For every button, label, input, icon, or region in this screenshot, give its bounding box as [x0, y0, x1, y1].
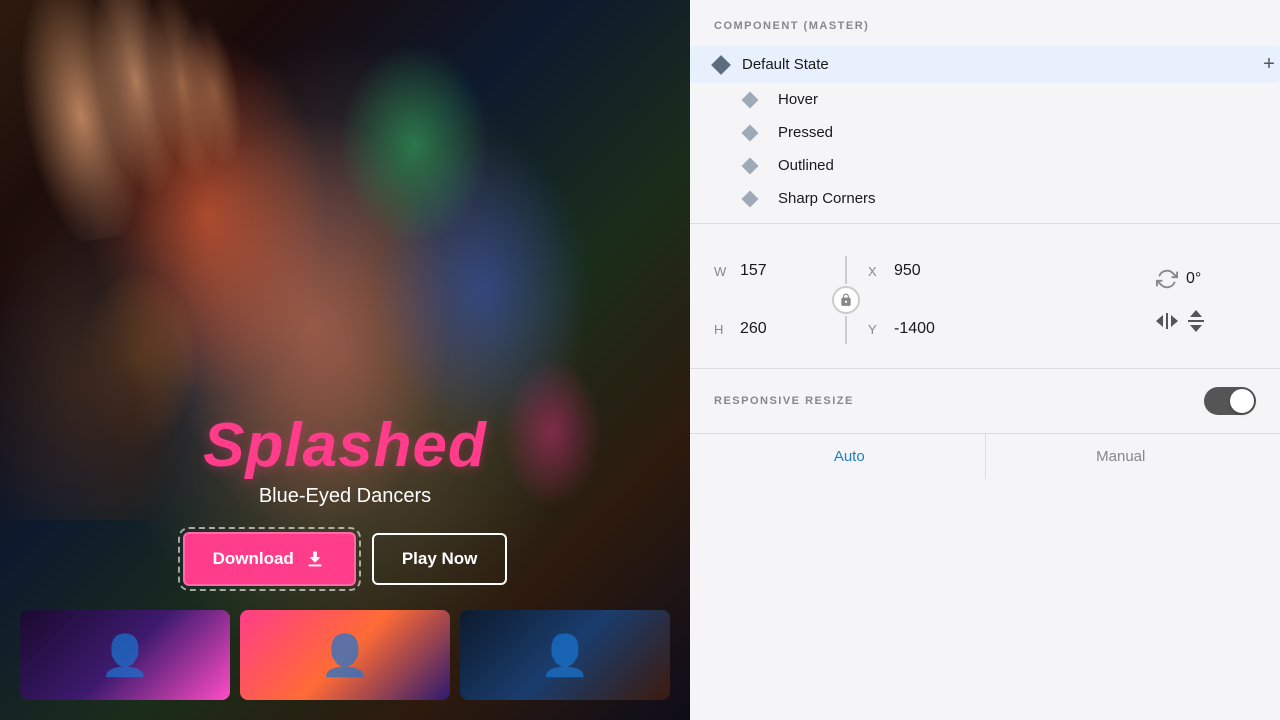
lock-line-top — [845, 256, 847, 284]
state-hover-label: Hover — [778, 91, 1256, 108]
state-diamond-hover — [742, 91, 759, 108]
app-subtitle: Blue-Eyed Dancers — [259, 485, 431, 508]
y-label: Y — [868, 322, 884, 337]
auto-button[interactable]: Auto — [714, 434, 986, 479]
flip-controls — [1156, 310, 1204, 332]
state-pressed-label: Pressed — [778, 124, 1256, 141]
rotation-icon — [1156, 268, 1178, 290]
add-state-button[interactable]: + — [1258, 54, 1280, 76]
flip-h-icon — [1156, 313, 1178, 329]
lock-line-bottom — [845, 316, 847, 344]
content-overlay: Splashed Blue-Eyed Dancers Download Play… — [0, 410, 690, 720]
flip-vertical-button[interactable] — [1188, 310, 1204, 332]
playnow-button[interactable]: Play Now — [372, 533, 508, 585]
h-value: 260 — [740, 320, 800, 338]
divider-1 — [690, 223, 1280, 224]
manual-button[interactable]: Manual — [986, 434, 1257, 479]
y-field[interactable]: Y -1400 — [868, 310, 988, 348]
right-panel: COMPONENT (MASTER) Default State + Hover… — [690, 0, 1280, 720]
lock-icon[interactable] — [832, 286, 860, 314]
state-sharp-corners[interactable]: Sharp Corners — [714, 182, 1256, 215]
component-label: COMPONENT (MASTER) — [714, 20, 1256, 32]
x-value: 950 — [894, 262, 954, 280]
rotation-field[interactable]: 0° — [1156, 268, 1246, 290]
dimensions-section: W 157 H 260 — [690, 232, 1280, 368]
y-value: -1400 — [894, 320, 954, 338]
download-label: Download — [213, 549, 294, 569]
download-icon — [304, 548, 326, 570]
thumb-person-1: 👤 — [20, 610, 230, 700]
thumbnail-1[interactable]: 👤 — [20, 610, 230, 700]
h-label: H — [714, 322, 730, 337]
sub-states: Hover Pressed Outlined Sharp Corners — [714, 83, 1256, 215]
auto-manual-section: Auto Manual — [690, 433, 1280, 479]
component-section: COMPONENT (MASTER) Default State + Hover… — [690, 0, 1280, 215]
height-field[interactable]: H 260 — [714, 310, 824, 348]
responsive-toggle[interactable] — [1204, 387, 1256, 415]
state-list: Default State + Hover Pressed Outlined — [714, 46, 1256, 215]
state-pressed[interactable]: Pressed — [714, 116, 1256, 149]
state-hover[interactable]: Hover — [714, 83, 1256, 116]
buttons-row: Download Play Now — [183, 532, 508, 586]
lock-connector — [824, 256, 868, 344]
state-sharp-label: Sharp Corners — [778, 190, 1256, 207]
responsive-label: RESPONSIVE RESIZE — [714, 395, 854, 407]
left-panel: Splashed Blue-Eyed Dancers Download Play… — [0, 0, 690, 720]
thumbnail-3[interactable]: 👤 — [460, 610, 670, 700]
app-title: Splashed — [203, 410, 487, 481]
x-field[interactable]: X 950 — [868, 252, 988, 290]
state-diamond-pressed — [742, 124, 759, 141]
x-label: X — [868, 264, 884, 279]
thumb-person-3: 👤 — [460, 610, 670, 700]
state-diamond-sharp — [742, 190, 759, 207]
state-diamond-default — [711, 55, 731, 75]
playnow-label: Play Now — [402, 549, 478, 568]
thumbnails-row: 👤 👤 👤 — [0, 610, 690, 700]
w-value: 157 — [740, 262, 800, 280]
width-field[interactable]: W 157 — [714, 252, 824, 290]
state-outlined-label: Outlined — [778, 157, 1256, 174]
thumb-person-2: 👤 — [240, 610, 450, 700]
flip-v-icon — [1188, 310, 1204, 332]
responsive-section: RESPONSIVE RESIZE — [690, 368, 1280, 433]
toggle-knob — [1230, 389, 1254, 413]
state-diamond-outlined — [742, 157, 759, 174]
state-default-label: Default State — [742, 56, 1256, 73]
download-button[interactable]: Download — [183, 532, 356, 586]
state-default[interactable]: Default State + — [690, 46, 1280, 83]
state-outlined[interactable]: Outlined — [714, 149, 1256, 182]
thumbnail-2[interactable]: 👤 — [240, 610, 450, 700]
lock-svg — [839, 293, 853, 307]
flip-horizontal-button[interactable] — [1156, 313, 1178, 329]
rotation-value: 0° — [1186, 270, 1246, 288]
w-label: W — [714, 264, 730, 279]
